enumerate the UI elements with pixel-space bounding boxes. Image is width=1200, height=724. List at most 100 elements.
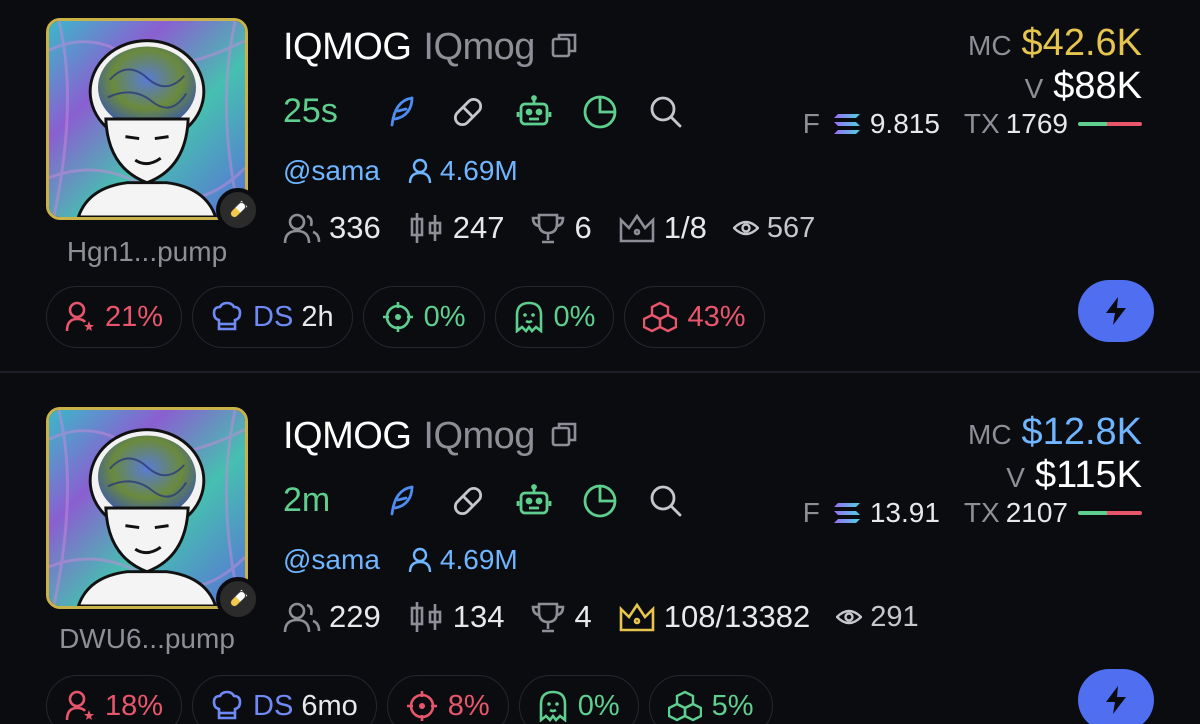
insiders-value: 0% [553, 300, 596, 333]
candles-icon [410, 213, 442, 243]
tx-buy-fill [1078, 511, 1107, 515]
token-address[interactable]: DWU6...pump [46, 623, 248, 655]
stats-row: 229 134 4 108/13382 291 [283, 599, 945, 635]
ghost-icon [539, 690, 566, 722]
dev-holding-chip[interactable]: 18% [46, 675, 183, 724]
candles-icon [410, 602, 442, 632]
token-age: 25s [283, 92, 338, 130]
mc-value: $12.8K [1021, 411, 1142, 453]
dev-holding-chip[interactable]: 21% [46, 286, 183, 348]
trophy-icon [532, 213, 565, 244]
token-age: 2m [283, 481, 331, 519]
tx-label: TX [963, 497, 1000, 528]
volume-label: V [1006, 462, 1025, 493]
market-cap: MC $42.6K [803, 22, 1142, 65]
user-icon [408, 158, 432, 184]
followers-count: 4.69M [439, 544, 518, 575]
crosshair-icon [406, 691, 437, 721]
tx-label: TX [963, 108, 1000, 139]
pro-traders-count: 247 [452, 210, 505, 245]
token-icon-row: 2m [283, 481, 713, 520]
snipers-chip[interactable]: 8% [386, 675, 509, 724]
eye-icon [836, 609, 863, 625]
quick-buy-button[interactable] [1078, 280, 1154, 342]
views-count: 567 [766, 211, 816, 244]
dev-holding-value: 18% [105, 689, 164, 722]
fees-tx-line: F 13.91 TX 2107 [803, 497, 1142, 529]
quick-buy-button[interactable] [1078, 669, 1154, 724]
bundles-chip[interactable]: 5% [648, 675, 773, 724]
insiders-chip[interactable]: 0% [494, 286, 615, 348]
token-name[interactable]: IQmog [423, 26, 535, 69]
dex-screener-chip[interactable]: DS 6mo [192, 675, 377, 724]
pill-link-icon[interactable] [449, 482, 487, 520]
bundles-value: 5% [711, 689, 754, 722]
pill-link-icon[interactable] [449, 93, 487, 131]
views-count: 291 [870, 600, 919, 633]
bundles-chip[interactable]: 43% [624, 286, 765, 348]
dev-rank-stat: 108/13382 [618, 599, 811, 635]
dex-screener-chip[interactable]: DS 2h [192, 286, 353, 348]
fees-tx-line: F 9.815 TX 1769 [803, 108, 1142, 140]
volume: V $115K [803, 454, 1142, 497]
ghost-icon [515, 301, 542, 333]
token-address[interactable]: Hgn1...pump [46, 236, 248, 268]
snipers-chip[interactable]: 0% [362, 286, 485, 348]
followers: 4.69M [408, 155, 518, 187]
token-card[interactable]: DWU6...pump IQMOG IQmog 2m @sama 4.69M 2… [0, 372, 1200, 724]
lightning-bolt-icon [1106, 297, 1126, 325]
pill-badge [216, 188, 260, 232]
snipers-value: 8% [447, 689, 490, 722]
search-icon[interactable] [647, 482, 685, 520]
twitter-handle[interactable]: @sama [283, 544, 380, 576]
token-ticker[interactable]: IQMOG [283, 415, 412, 458]
dev-rank: 108/13382 [663, 599, 811, 634]
pill-icon [229, 200, 248, 219]
mc-label: MC [968, 30, 1012, 61]
token-avatar[interactable] [46, 18, 248, 220]
pill-icon [229, 589, 248, 608]
token-ticker[interactable]: IQMOG [283, 26, 412, 69]
volume-value: $88K [1053, 65, 1142, 107]
snipers-value: 0% [423, 300, 466, 333]
tx-ratio-bar [1078, 122, 1142, 126]
dev-holding-value: 21% [105, 300, 164, 333]
token-name-row: IQMOG IQmog [283, 26, 579, 69]
copy-icon[interactable] [549, 30, 579, 65]
chips-row: 18% DS 6mo 8% 0% 5% [46, 675, 783, 724]
solana-icon [833, 114, 860, 134]
insiders-chip[interactable]: 0% [518, 675, 639, 724]
ds-time: 2h [301, 300, 334, 333]
top10-stat: 4 [530, 599, 592, 635]
holders-count: 229 [329, 599, 381, 634]
user-star-icon [65, 690, 94, 721]
top10-stat: 6 [530, 210, 592, 246]
ds-time: 6mo [301, 689, 358, 722]
market-info: MC $42.6K V $88K F 9.815 TX 1769 [803, 22, 1142, 140]
volume: V $88K [803, 65, 1142, 108]
token-avatar[interactable] [46, 407, 248, 609]
feather-icon[interactable] [383, 482, 421, 520]
pie-chart-icon[interactable] [581, 482, 619, 520]
pie-chart-icon[interactable] [581, 93, 619, 131]
bot-icon[interactable] [515, 482, 553, 520]
pill-badge [216, 577, 260, 621]
views-stat: 567 [732, 211, 816, 245]
token-image[interactable] [46, 407, 260, 621]
mc-label: MC [968, 419, 1012, 450]
cubes-icon [643, 301, 678, 333]
insiders-value: 0% [577, 689, 620, 722]
feather-icon[interactable] [383, 93, 421, 131]
user-star-icon [65, 301, 94, 332]
search-icon[interactable] [647, 93, 685, 131]
chef-hat-icon [212, 301, 242, 331]
twitter-handle[interactable]: @sama [283, 155, 380, 187]
token-image[interactable] [46, 18, 260, 232]
token-card[interactable]: Hgn1...pump IQMOG IQmog 25s @sama 4.69M … [0, 0, 1200, 372]
token-name[interactable]: IQmog [423, 415, 535, 458]
bot-icon[interactable] [515, 93, 553, 131]
pro-traders-stat: 247 [407, 210, 505, 246]
market-cap: MC $12.8K [803, 411, 1142, 454]
holders-stat: 336 [283, 210, 381, 246]
copy-icon[interactable] [549, 419, 579, 454]
